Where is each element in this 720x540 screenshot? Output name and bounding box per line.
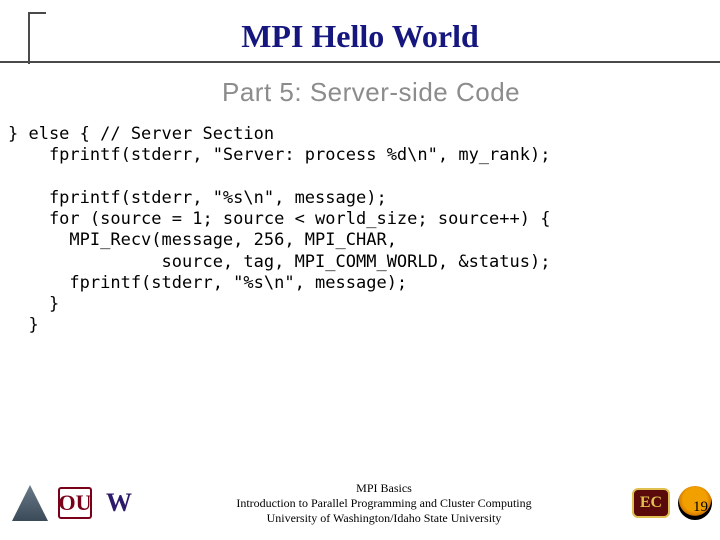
footer-line2: Introduction to Parallel Programming and… — [142, 496, 626, 511]
triangle-logo-icon — [12, 485, 48, 521]
slide-title: MPI Hello World — [0, 18, 720, 55]
footer-caption: MPI Basics Introduction to Parallel Prog… — [136, 481, 632, 526]
slide-header: MPI Hello World Part 5: Server-side Code — [0, 0, 720, 122]
page-number: 19 — [693, 499, 708, 516]
corner-decoration — [28, 12, 46, 64]
footer-logos-left: OU W — [0, 485, 136, 521]
footer-line1: MPI Basics — [142, 481, 626, 496]
ou-logo-icon: OU — [58, 487, 92, 519]
w-logo-icon: W — [102, 487, 136, 519]
slide-footer: OU W MPI Basics Introduction to Parallel… — [0, 474, 720, 532]
ec-shield-logo-icon: EC — [632, 488, 670, 518]
slide-subtitle: Part 5: Server-side Code — [0, 63, 720, 122]
footer-line3: University of Washington/Idaho State Uni… — [142, 511, 626, 526]
code-snippet: } else { // Server Section fprintf(stder… — [0, 122, 720, 337]
